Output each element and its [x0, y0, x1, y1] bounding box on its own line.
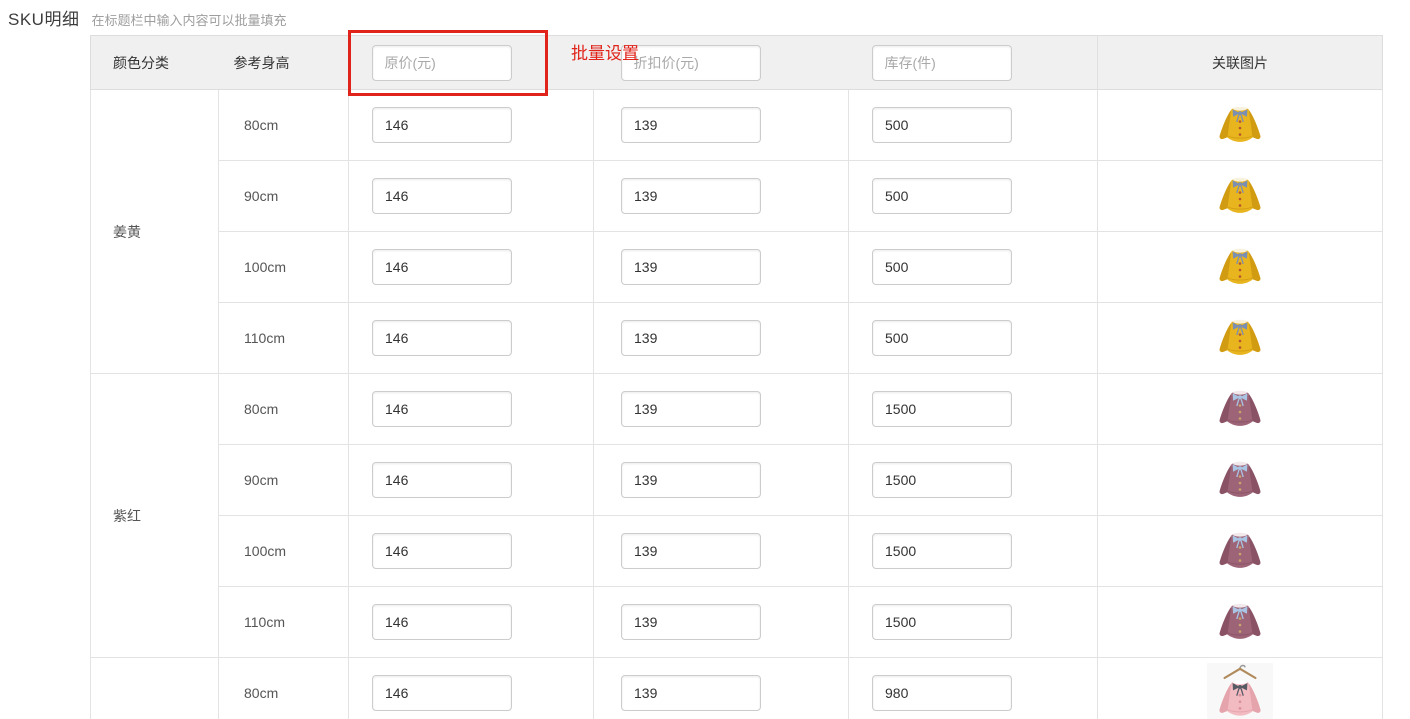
original-price-input[interactable]: [372, 675, 512, 711]
col-header-image: 关联图片: [1098, 36, 1383, 90]
original-price-input[interactable]: [372, 391, 512, 427]
stock-input[interactable]: [872, 533, 1012, 569]
height-cell: 90cm: [219, 445, 349, 516]
table-row: 姜黄 80cm: [91, 90, 1383, 161]
header-row: 颜色分类 参考身高 关联图片: [91, 36, 1383, 90]
stock-input[interactable]: [872, 675, 1012, 711]
discount-price-input[interactable]: [621, 675, 761, 711]
purple-blouse-image[interactable]: [1214, 453, 1266, 507]
page-title: SKU明细: [8, 5, 79, 30]
image-cell: [1098, 374, 1383, 445]
original-price-input[interactable]: [372, 533, 512, 569]
original-price-input[interactable]: [372, 462, 512, 498]
discount-price-input[interactable]: [621, 391, 761, 427]
purple-blouse-image[interactable]: [1214, 382, 1266, 436]
original-price-input[interactable]: [372, 249, 512, 285]
color-name-cell: 姜黄: [91, 90, 219, 374]
sku-detail-page: SKU明细 在标题栏中输入内容可以批量填充 颜色分类 参考身高 关联图片 姜黄 …: [0, 0, 1410, 719]
color-name-cell: 紫红: [91, 374, 219, 658]
stock-input[interactable]: [872, 107, 1012, 143]
image-cell: [1098, 90, 1383, 161]
original-price-input[interactable]: [372, 320, 512, 356]
table-row: 80cm: [91, 658, 1383, 719]
image-cell: [1098, 445, 1383, 516]
bulk-stock-input[interactable]: [872, 45, 1012, 81]
col-header-color: 颜色分类: [91, 36, 219, 90]
pink-blouse-hanger-image[interactable]: [1207, 663, 1273, 719]
table-row: 90cm: [91, 161, 1383, 232]
height-cell: 100cm: [219, 516, 349, 587]
stock-input[interactable]: [872, 320, 1012, 356]
page-subtitle: 在标题栏中输入内容可以批量填充: [91, 10, 286, 29]
original-price-input[interactable]: [372, 604, 512, 640]
image-cell: [1098, 161, 1383, 232]
stock-input[interactable]: [872, 391, 1012, 427]
stock-input[interactable]: [872, 604, 1012, 640]
image-cell: [1098, 587, 1383, 658]
height-cell: 80cm: [219, 374, 349, 445]
height-cell: 80cm: [219, 658, 349, 719]
yellow-blouse-image[interactable]: [1214, 240, 1266, 294]
image-cell: [1098, 303, 1383, 374]
yellow-blouse-image[interactable]: [1214, 98, 1266, 152]
table-row: 100cm: [91, 516, 1383, 587]
discount-price-input[interactable]: [621, 178, 761, 214]
bulk-original-price-input[interactable]: [372, 45, 512, 81]
discount-price-input[interactable]: [621, 533, 761, 569]
stock-input[interactable]: [872, 249, 1012, 285]
discount-price-input[interactable]: [621, 107, 761, 143]
purple-blouse-image[interactable]: [1214, 524, 1266, 578]
image-cell: [1098, 232, 1383, 303]
table-row: 90cm: [91, 445, 1383, 516]
table-row: 110cm: [91, 587, 1383, 658]
height-cell: 110cm: [219, 587, 349, 658]
bulk-discount-price-input[interactable]: [621, 45, 761, 81]
height-cell: 80cm: [219, 90, 349, 161]
image-cell: [1098, 658, 1383, 719]
original-price-input[interactable]: [372, 107, 512, 143]
purple-blouse-image[interactable]: [1214, 595, 1266, 649]
yellow-blouse-image[interactable]: [1214, 311, 1266, 365]
discount-price-input[interactable]: [621, 462, 761, 498]
table-row: 100cm: [91, 232, 1383, 303]
color-name-cell: [91, 658, 219, 719]
table-row: 紫红 80cm: [91, 374, 1383, 445]
height-cell: 100cm: [219, 232, 349, 303]
col-header-height: 参考身高: [219, 36, 349, 90]
height-cell: 90cm: [219, 161, 349, 232]
page-header: SKU明细 在标题栏中输入内容可以批量填充: [8, 5, 286, 30]
stock-input[interactable]: [872, 178, 1012, 214]
table-row: 110cm: [91, 303, 1383, 374]
discount-price-input[interactable]: [621, 604, 761, 640]
sku-table: 颜色分类 参考身高 关联图片 姜黄 80cm 90cm: [90, 35, 1383, 719]
height-cell: 110cm: [219, 303, 349, 374]
image-cell: [1098, 516, 1383, 587]
stock-input[interactable]: [872, 462, 1012, 498]
yellow-blouse-image[interactable]: [1214, 169, 1266, 223]
discount-price-input[interactable]: [621, 320, 761, 356]
original-price-input[interactable]: [372, 178, 512, 214]
discount-price-input[interactable]: [621, 249, 761, 285]
